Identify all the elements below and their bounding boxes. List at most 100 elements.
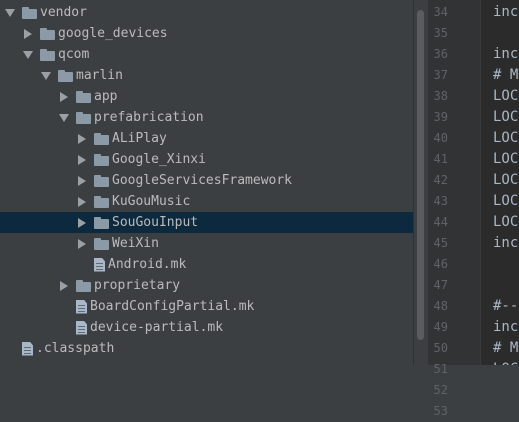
line-number: 46	[433, 257, 448, 271]
file-icon	[22, 341, 33, 356]
folder-icon	[76, 279, 91, 292]
collapse-arrow-icon[interactable]	[40, 65, 52, 86]
expand-arrow-icon[interactable]	[76, 170, 88, 191]
folder-icon	[76, 90, 91, 103]
tree-item-vendor[interactable]: vendor	[0, 2, 413, 23]
file-icon	[76, 320, 87, 335]
tree-item-label: GoogleServicesFramework	[112, 173, 293, 188]
code-line[interactable]: inc	[493, 317, 518, 338]
folder-icon	[94, 132, 109, 145]
folder-icon	[40, 48, 55, 61]
expand-arrow-icon[interactable]	[76, 212, 88, 233]
code-editor[interactable]: inc inc # M LOC LOC LOC LOC LOC LOC LOC inc #-- inc #…	[481, 0, 519, 365]
tree-item-kugoumusic[interactable]: KuGouMusic	[0, 191, 413, 212]
tree-item-label: WeiXin	[112, 236, 159, 251]
code-line[interactable]: LOC	[493, 128, 518, 149]
line-number: 39	[433, 110, 448, 124]
file-icon	[94, 257, 105, 272]
folder-icon	[94, 216, 109, 229]
line-number: 40	[433, 131, 448, 145]
code-line[interactable]: inc	[493, 233, 518, 254]
tree-item-label: Google_Xinxi	[112, 152, 206, 167]
code-line[interactable]: LOC	[493, 149, 518, 170]
tree-item-device-partial-mk[interactable]: device-partial.mk	[0, 317, 413, 338]
tree-item-marlin[interactable]: marlin	[0, 65, 413, 86]
tree-item-prefabrication[interactable]: prefabrication	[0, 107, 413, 128]
code-line[interactable]: LOC	[493, 359, 518, 365]
tree-item-label: qcom	[58, 47, 90, 62]
code-line[interactable]: LOC	[493, 107, 518, 128]
tree-item-label: google_devices	[58, 26, 168, 41]
tree-item-android-mk[interactable]: Android.mk	[0, 254, 413, 275]
file-icon	[76, 299, 87, 314]
folder-icon	[94, 237, 109, 250]
tree-item-label: .classpath	[36, 341, 115, 356]
tree-item-label: marlin	[76, 68, 123, 83]
line-number: 47	[433, 278, 448, 292]
folder-icon	[94, 153, 109, 166]
tree-item-label: vendor	[40, 5, 87, 20]
editor-gutter: 34 35 36 37 38 39 40 41 42 43 44 45 46 47 48 49 50 51 52 53	[428, 0, 481, 418]
code-line[interactable]: # M	[493, 65, 518, 86]
tree-item-label: KuGouMusic	[112, 194, 191, 209]
line-number: 45	[433, 236, 448, 250]
code-line[interactable]: inc	[493, 2, 518, 23]
line-number: 52	[433, 383, 448, 397]
code-line[interactable]: LOC	[493, 191, 518, 212]
tree-item-sougouinput[interactable]: SouGouInput	[0, 212, 413, 233]
code-line[interactable]: LOC	[493, 212, 518, 233]
line-number: 53	[433, 404, 448, 418]
line-number: 50	[433, 341, 448, 355]
tree-item-label: ALiPlay	[112, 131, 167, 146]
tree-item-qcom[interactable]: qcom	[0, 44, 413, 65]
folder-icon	[94, 174, 109, 187]
tree-item-label: proprietary	[94, 278, 181, 293]
line-number: 48	[433, 299, 448, 313]
line-number: 49	[433, 320, 448, 334]
line-number: 34	[433, 5, 448, 19]
expand-arrow-icon[interactable]	[58, 275, 70, 296]
line-number: 36	[433, 47, 448, 61]
expand-arrow-icon[interactable]	[76, 233, 88, 254]
code-line[interactable]: #--	[493, 296, 518, 317]
tree-item-googleservicesframework[interactable]: GoogleServicesFramework	[0, 170, 413, 191]
line-number: 38	[433, 89, 448, 103]
tree-item-label: app	[94, 89, 118, 104]
tree-item-aliplay[interactable]: ALiPlay	[0, 128, 413, 149]
collapse-arrow-icon[interactable]	[58, 107, 70, 128]
tree-item-label: prefabrication	[94, 110, 204, 125]
expand-arrow-icon[interactable]	[58, 86, 70, 107]
tree-item-google-xinxi[interactable]: Google_Xinxi	[0, 149, 413, 170]
code-line[interactable]: LOC	[493, 170, 518, 191]
line-number: 43	[433, 194, 448, 208]
line-number: 42	[433, 173, 448, 187]
folder-icon	[94, 195, 109, 208]
expand-arrow-icon[interactable]	[76, 149, 88, 170]
folder-icon	[58, 69, 73, 82]
code-line[interactable]: LOC	[493, 86, 518, 107]
tree-item-label: Android.mk	[108, 257, 187, 272]
line-number: 41	[433, 152, 448, 166]
folder-icon	[22, 6, 37, 19]
code-line[interactable]: inc	[493, 44, 518, 65]
tree-item-classpath[interactable]: .classpath	[0, 338, 413, 359]
tree-item-weixin[interactable]: WeiXin	[0, 233, 413, 254]
collapse-arrow-icon[interactable]	[4, 2, 16, 23]
tree-item-label: BoardConfigPartial.mk	[90, 299, 255, 314]
tree-item-app[interactable]: app	[0, 86, 413, 107]
line-number: 35	[433, 26, 448, 40]
folder-icon	[76, 111, 91, 124]
line-number: 51	[433, 362, 448, 376]
tree-item-google-devices[interactable]: google_devices	[0, 23, 413, 44]
collapse-arrow-icon[interactable]	[22, 44, 34, 65]
expand-arrow-icon[interactable]	[76, 191, 88, 212]
line-number: 37	[433, 68, 448, 82]
expand-arrow-icon[interactable]	[22, 23, 34, 44]
tree-item-boardconfigpartial-mk[interactable]: BoardConfigPartial.mk	[0, 296, 413, 317]
tree-item-label: SouGouInput	[112, 215, 199, 230]
code-line[interactable]: # M	[493, 338, 518, 359]
line-number: 44	[433, 215, 448, 229]
expand-arrow-icon[interactable]	[76, 128, 88, 149]
tree-item-proprietary[interactable]: proprietary	[0, 275, 413, 296]
tree-item-label: device-partial.mk	[90, 320, 224, 335]
